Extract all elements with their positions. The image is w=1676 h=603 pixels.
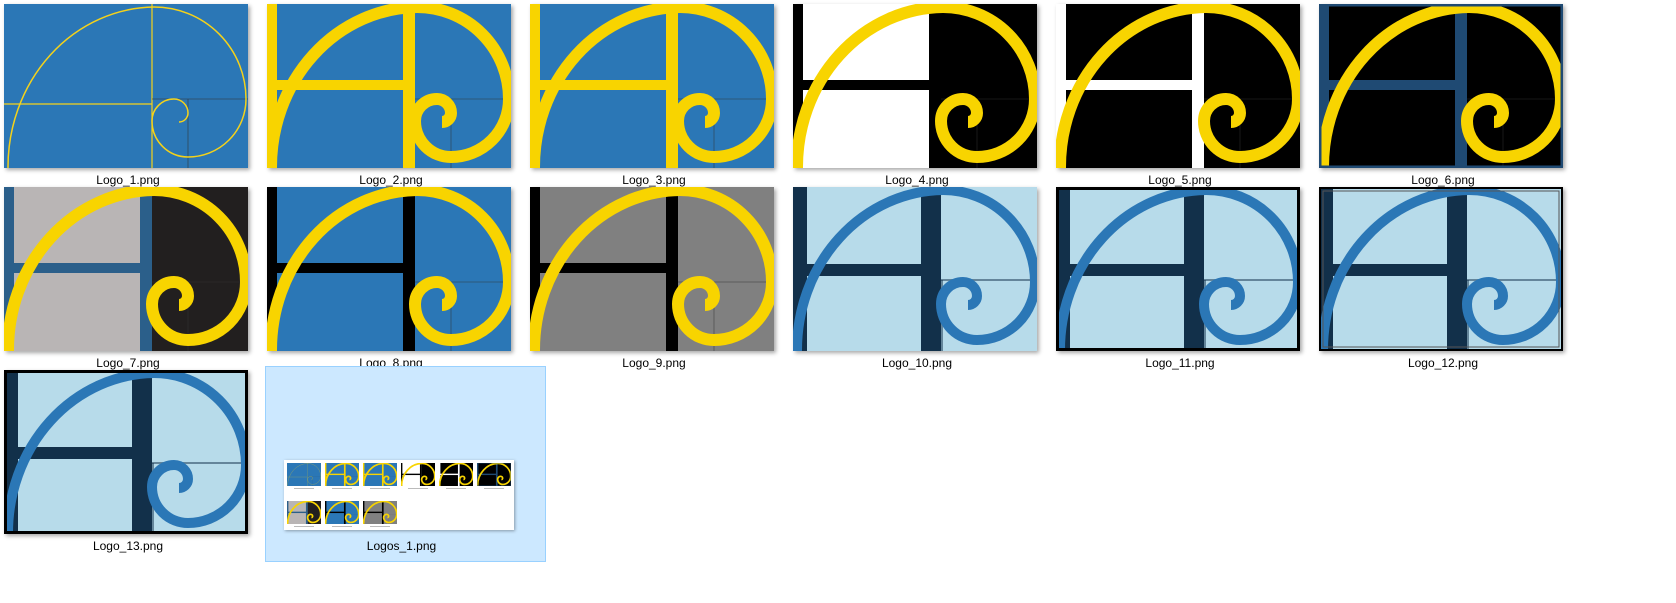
logo-image [4, 370, 248, 534]
file-item[interactable]: Logo_3.png [526, 0, 807, 196]
file-item[interactable]: Logo_10.png [789, 183, 1070, 379]
file-item[interactable]: Logos_1.png [265, 366, 546, 562]
file-name-label: Logo_12.png [1407, 356, 1479, 370]
file-item[interactable]: Logo_5.png [1052, 0, 1333, 196]
file-grid: Logo_1.png Logo_2.png Logo_3.png Logo_4.png… [0, 0, 1676, 603]
file-thumbnail[interactable] [793, 4, 1037, 168]
file-name-label: Logo_10.png [881, 356, 953, 370]
contact-sheet-thumbnail [363, 501, 397, 524]
file-name-label: Logos_1.png [366, 539, 437, 553]
file-name-label: Logo_11.png [1145, 356, 1215, 370]
logo-image [793, 4, 1037, 168]
file-thumbnail[interactable] [1056, 4, 1300, 168]
logo-image [1056, 187, 1300, 351]
logo-image [4, 4, 248, 168]
file-thumbnail[interactable] [1056, 187, 1300, 351]
contact-sheet-thumbnail [439, 463, 473, 486]
contact-sheet-thumbnail [477, 463, 511, 486]
logo-image [4, 187, 248, 351]
logo-image [1319, 187, 1563, 351]
logo-image [1319, 4, 1563, 168]
contact-sheet-thumbnail [287, 501, 321, 524]
file-thumbnail[interactable] [267, 187, 511, 351]
file-thumbnail[interactable] [267, 4, 511, 168]
file-item[interactable]: Logo_1.png [0, 0, 281, 196]
file-thumbnail[interactable] [4, 187, 248, 351]
logo-image [530, 187, 774, 351]
file-thumbnail[interactable] [793, 187, 1037, 351]
file-thumbnail[interactable] [1319, 4, 1563, 168]
file-item[interactable]: Logo_8.png [263, 183, 544, 379]
logo-image [793, 187, 1037, 351]
file-item[interactable]: Logo_4.png [789, 0, 1070, 196]
file-item[interactable]: Logo_12.png [1315, 183, 1596, 379]
file-thumbnail[interactable] [530, 4, 774, 168]
contact-sheet-thumbnail [363, 463, 397, 486]
file-thumbnail[interactable] [4, 4, 248, 168]
logo-image [267, 4, 511, 168]
file-item[interactable]: Logo_13.png [0, 366, 281, 562]
logo-image [1056, 4, 1300, 168]
contact-sheet-thumbnail [325, 463, 359, 486]
file-item[interactable]: Logo_6.png [1315, 0, 1596, 196]
file-thumbnail[interactable] [530, 187, 774, 351]
file-item[interactable]: Logo_7.png [0, 183, 281, 379]
file-thumbnail[interactable] [4, 370, 248, 534]
contact-sheet-thumbnail [325, 501, 359, 524]
file-item[interactable]: Logo_11.png [1052, 183, 1333, 379]
file-thumbnail[interactable] [1319, 187, 1563, 351]
logo-image [267, 187, 511, 351]
file-name-label: Logo_9.png [622, 356, 686, 370]
contact-sheet-thumbnail [287, 463, 321, 486]
file-name-label: Logo_13.png [92, 539, 164, 553]
logo-image [530, 4, 774, 168]
contact-sheet-thumbnail [401, 463, 435, 486]
file-item[interactable]: Logo_9.png [526, 183, 807, 379]
file-thumbnail[interactable] [274, 370, 529, 534]
file-item[interactable]: Logo_2.png [263, 0, 544, 196]
